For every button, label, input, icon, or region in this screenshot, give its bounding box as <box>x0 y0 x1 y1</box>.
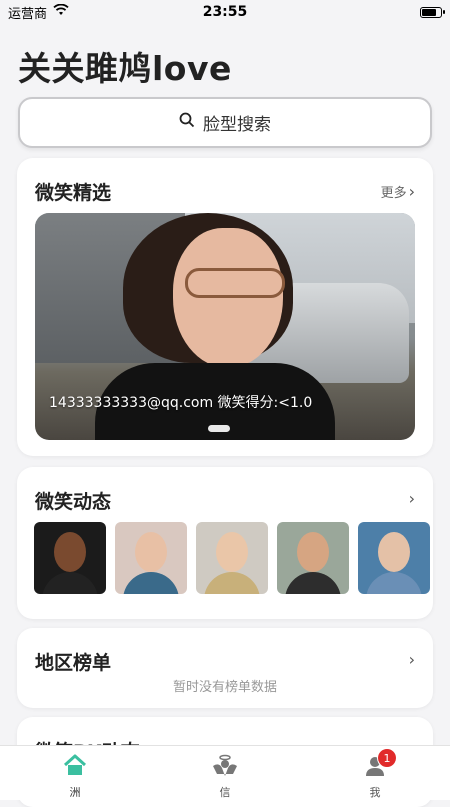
smile-feed-more-button[interactable]: › <box>409 489 415 508</box>
avatar[interactable] <box>358 522 430 594</box>
avatar[interactable] <box>277 522 349 594</box>
region-rank-card: 地区榜单 › 暂时没有榜单数据 <box>17 628 433 708</box>
tab-me-label: 我 <box>369 786 381 799</box>
notification-badge: 1 <box>377 748 397 768</box>
region-rank-more-button[interactable]: › <box>409 650 415 669</box>
chevron-right-icon: › <box>408 182 415 201</box>
smile-select-title: 微笑精选 <box>35 182 112 204</box>
avatar-head <box>378 532 410 572</box>
chevron-right-icon: › <box>408 650 415 669</box>
search-label: 脸型搜索 <box>203 115 271 135</box>
angel-icon <box>211 754 239 782</box>
more-link[interactable]: 更多 › <box>381 182 415 201</box>
photo-face <box>173 228 283 368</box>
tab-me[interactable]: 1 我 <box>300 746 450 800</box>
avatar-head <box>54 532 86 572</box>
tab-messages[interactable]: 信 <box>150 746 300 800</box>
wifi-icon <box>53 3 69 20</box>
avatar[interactable] <box>196 522 268 594</box>
avatar-head <box>135 532 167 572</box>
smile-feed-card: 微笑动态 › <box>17 467 433 619</box>
smile-select-card: 微笑精选 更多 › 14333333333@qq.com 微笑得分:<1.0 <box>17 158 433 456</box>
avatar[interactable] <box>34 522 106 594</box>
status-bar: 运营商 23:55 <box>0 0 450 24</box>
featured-photo[interactable]: 14333333333@qq.com 微笑得分:<1.0 <box>35 213 415 440</box>
empty-rank-text: 暂时没有榜单数据 <box>172 680 277 695</box>
chevron-right-icon: › <box>408 489 415 508</box>
smile-feed-title: 微笑动态 <box>35 491 112 513</box>
avatar-body <box>123 572 179 594</box>
tab-messages-label: 信 <box>219 786 231 799</box>
avatar-body <box>42 572 98 594</box>
battery-icon <box>420 6 445 18</box>
tab-home[interactable]: 洲 <box>0 746 150 800</box>
photo-glasses <box>185 268 285 298</box>
face-search-button[interactable]: 脸型搜索 <box>18 97 432 148</box>
avatar-head <box>297 532 329 572</box>
tab-bar: 洲 信 1 我 <box>0 745 450 800</box>
region-rank-title: 地区榜单 <box>35 652 112 674</box>
avatar-body <box>366 572 422 594</box>
avatar-body <box>204 572 260 594</box>
more-label: 更多 <box>380 186 407 201</box>
photo-caption: 14333333333@qq.com 微笑得分:<1.0 <box>49 395 313 411</box>
page-title: 关关雎鸠love <box>18 49 232 88</box>
carrier-label: 运营商 <box>8 6 48 22</box>
tab-home-label: 洲 <box>69 786 81 799</box>
home-icon <box>62 754 88 782</box>
search-icon <box>179 112 195 133</box>
page-indicator <box>208 425 230 432</box>
avatar-body <box>285 572 341 594</box>
avatar-list <box>34 522 430 594</box>
avatar[interactable] <box>115 522 187 594</box>
avatar-head <box>216 532 248 572</box>
